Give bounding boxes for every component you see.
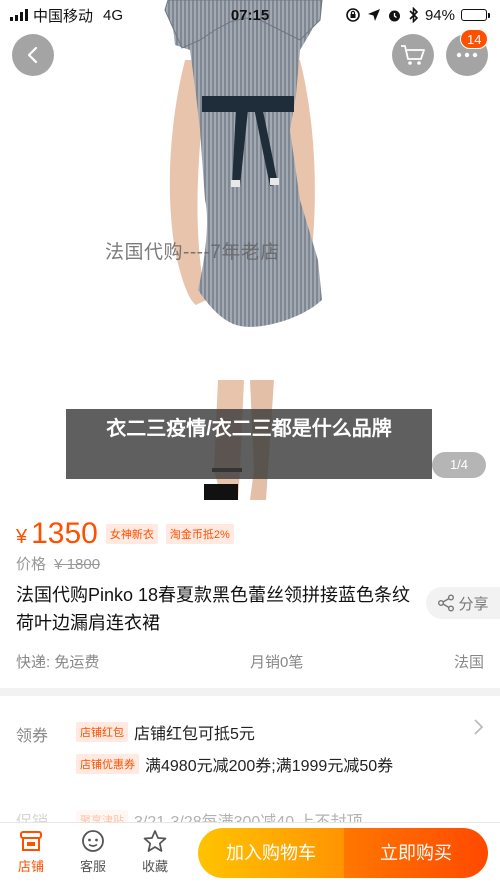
chevron-left-icon (27, 46, 38, 64)
network-type: 4G (103, 6, 124, 24)
coupon-tag: 店铺优惠券 (76, 754, 139, 774)
coupon-item: 店铺优惠券 满4980元减200券;满1999元减50券 (76, 752, 393, 776)
buy-now-button[interactable]: 立即购买 (344, 828, 488, 878)
original-price-label: 价格 (16, 556, 47, 573)
image-page-indicator: 1/4 (432, 452, 486, 478)
promo-tag-goddess: 女神新衣 (105, 524, 158, 544)
coupon-text: 满4980元减200券;满1999元减50券 (145, 758, 394, 775)
star-icon (143, 830, 167, 852)
meta-row: 快递: 免运费 月销0笔 法国 (16, 651, 484, 672)
alarm-icon (388, 10, 400, 21)
shop-label: 店铺 (17, 859, 44, 874)
share-button[interactable]: 分享 (426, 587, 500, 619)
coupon-item: 店铺红包 店铺红包可抵5元 (76, 720, 255, 744)
chevron-right-icon (474, 719, 484, 735)
coupon-tag: 店铺红包 (76, 722, 128, 742)
rotation-lock-icon (346, 8, 360, 22)
current-price: 1350 (31, 517, 98, 550)
bottom-action-bar: 店铺 客服 收藏 加入购物车 立即购买 (0, 822, 500, 889)
back-button[interactable] (12, 34, 54, 76)
service-nav-item[interactable]: 客服 (63, 829, 123, 875)
share-icon (438, 594, 455, 612)
cart-button[interactable] (392, 34, 434, 76)
more-dots-icon (456, 52, 478, 58)
location-icon (367, 9, 380, 21)
price-row: ¥ 1350 女神新衣 淘金币抵2% (16, 517, 234, 551)
cart-count-badge: 14 (460, 29, 489, 49)
add-to-cart-button[interactable]: 加入购物车 (198, 828, 344, 878)
shipping-info: 快递: 免运费 (16, 654, 100, 671)
favorite-nav-item[interactable]: 收藏 (125, 829, 185, 875)
status-bar: 中国移动 4G 07:15 94% (0, 0, 500, 30)
original-price: ¥ 1800 (54, 556, 101, 573)
shop-nav-item[interactable]: 店铺 (1, 829, 61, 875)
product-title: 法国代购Pinko 18春夏款黑色蕾丝领拼接蓝色条纹荷叶边漏肩连衣裙 (16, 585, 411, 633)
favorite-label: 收藏 (141, 859, 168, 874)
battery-percentage: 94% (424, 6, 455, 24)
battery-icon (461, 9, 490, 21)
customer-service-icon (82, 830, 104, 852)
monthly-sales: 月销0笔 (249, 654, 304, 671)
currency-symbol: ¥ (16, 526, 28, 548)
service-label: 客服 (79, 859, 106, 874)
shopping-cart-icon (401, 45, 425, 65)
original-price-row: 价格 ¥ 1800 (16, 553, 100, 574)
store-icon (20, 831, 42, 851)
signal-icon (10, 9, 28, 21)
bluetooth-icon (409, 7, 419, 23)
share-label: 分享 (458, 595, 489, 613)
origin-location: 法国 (453, 654, 484, 671)
watermark-text: 法国代购----7年老店 (105, 242, 280, 263)
coupon-label: 领券 (16, 728, 49, 745)
carrier-name: 中国移动 (33, 7, 94, 25)
overlay-title: 衣二三疫情/衣二三都是什么品牌 (66, 409, 432, 479)
coupon-text: 店铺红包可抵5元 (134, 726, 255, 743)
price-section: ¥ 1350 女神新衣 淘金币抵2% 价格 ¥ 1800 法国代购Pinko 1… (0, 500, 500, 688)
promo-tag-coins: 淘金币抵2% (165, 524, 234, 544)
